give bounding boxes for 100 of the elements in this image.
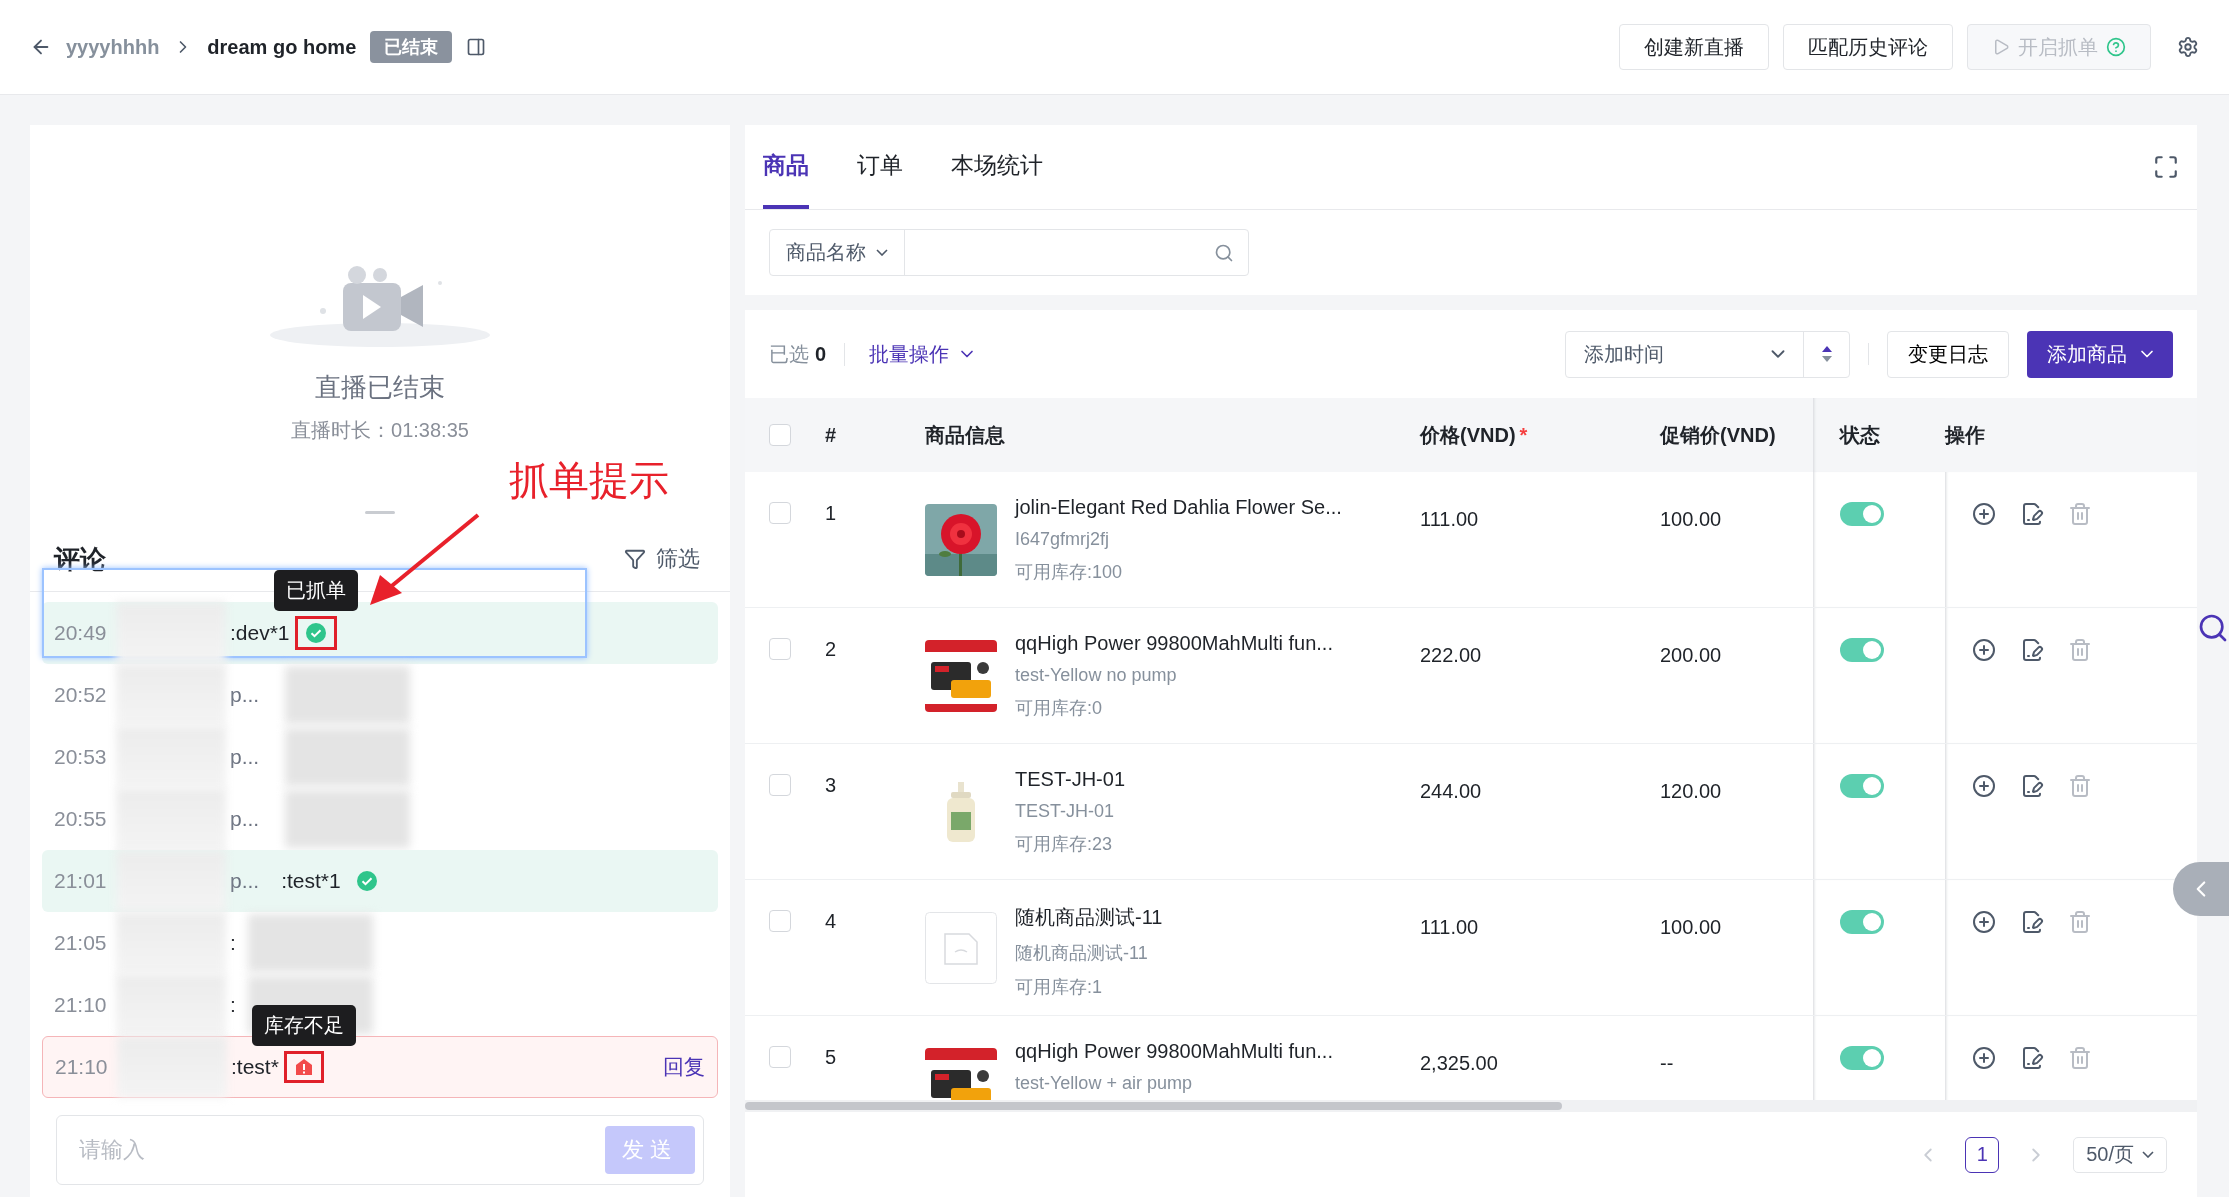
add-icon[interactable] — [1972, 502, 1996, 526]
edit-icon[interactable] — [2020, 1046, 2044, 1070]
checkbox[interactable] — [769, 638, 791, 660]
comment-text: :test* — [231, 1055, 279, 1079]
status-toggle[interactable] — [1840, 774, 1884, 798]
comment-time: 21:01 — [54, 869, 108, 893]
status-toggle[interactable] — [1840, 638, 1884, 662]
comment-text: :dev*1 — [230, 621, 290, 645]
drag-handle[interactable] — [365, 510, 395, 514]
check-circle-icon — [356, 871, 377, 891]
price-cell-text: 244.00 — [1420, 779, 1482, 803]
reply-link[interactable]: 回复 — [663, 1053, 705, 1081]
checkbox[interactable] — [769, 502, 791, 524]
play-icon — [1992, 38, 2010, 56]
price-cell-text: 2,325.00 — [1420, 1051, 1498, 1075]
row-number: 2 — [825, 637, 837, 661]
product-sku: test-Yellow no pump — [1015, 665, 1178, 686]
add-icon[interactable] — [1972, 910, 1996, 934]
batch-dropdown[interactable]: 批量操作 — [863, 339, 984, 369]
comment-text: :test*1 — [281, 869, 341, 893]
search-icon[interactable] — [2197, 612, 2229, 644]
status-toggle[interactable] — [1840, 910, 1884, 934]
status-toggle[interactable] — [1840, 502, 1884, 526]
tab[interactable]: 商品 — [763, 125, 809, 209]
selected-label: 已选 — [769, 341, 809, 367]
checkbox[interactable] — [769, 1046, 791, 1068]
edit-icon[interactable] — [2020, 638, 2044, 662]
chevron-down-icon — [2142, 1151, 2154, 1158]
fullscreen-icon[interactable] — [2153, 154, 2179, 180]
comment-text: : — [230, 931, 236, 955]
delete-icon[interactable] — [2068, 910, 2092, 934]
promo-price-cell-text: 120.00 — [1660, 779, 1722, 803]
checkbox[interactable] — [769, 910, 791, 932]
filter-icon — [624, 548, 646, 570]
comment-time: 20:49 — [54, 621, 108, 645]
delete-icon[interactable] — [2068, 638, 2092, 662]
action-button[interactable]: 匹配历史评论 — [1783, 24, 1953, 70]
comment-user: p... — [230, 745, 260, 769]
product-stock: 可用库存:1 — [1015, 976, 1103, 999]
required-mark: * — [1519, 423, 1528, 447]
edit-icon[interactable] — [2020, 502, 2044, 526]
tab[interactable]: 订单 — [857, 125, 903, 209]
checkbox[interactable] — [769, 424, 791, 446]
comment-time: 21:05 — [54, 931, 108, 955]
collapse-button[interactable] — [2173, 862, 2229, 916]
live-title: dream go home — [207, 35, 357, 59]
live-status: 直播已结束 — [315, 371, 445, 404]
page-button[interactable]: 1 — [1965, 1136, 2000, 1173]
column-header: 促销价(VND) — [1660, 422, 1777, 448]
product-stock: 可用库存:0 — [1015, 697, 1103, 720]
comment-time: 21:10 — [54, 993, 108, 1017]
tooltip: 库存不足 — [251, 1005, 356, 1046]
column-header: 操作 — [1945, 422, 1986, 448]
product-name[interactable]: qqHigh Power 99800MahMulti fun... — [1015, 1040, 1333, 1063]
product-name[interactable]: 随机商品测试-11 — [1015, 904, 1163, 931]
status-badge: 已结束 — [370, 31, 453, 63]
tooltip: 已抓单 — [273, 570, 358, 611]
check-circle-icon — [305, 623, 326, 643]
tab[interactable]: 本场统计 — [951, 125, 1043, 209]
product-sku: test-Yellow + air pump — [1015, 1073, 1193, 1094]
add-icon[interactable] — [1972, 774, 1996, 798]
no-image-icon — [925, 912, 997, 984]
filter-button[interactable]: 筛选 — [618, 543, 706, 575]
column-header: 商品信息 — [925, 422, 1006, 448]
delete-icon[interactable] — [2068, 1046, 2092, 1070]
settings-icon[interactable] — [2177, 36, 2199, 58]
page-size-select[interactable]: 50/页 — [2073, 1136, 2167, 1173]
product-name[interactable]: jolin-Elegant Red Dahlia Flower Se... — [1015, 496, 1342, 519]
action-button[interactable]: 创建新直播 — [1619, 24, 1769, 70]
comment-time: 20:52 — [54, 683, 108, 707]
price-cell-text: 222.00 — [1420, 643, 1482, 667]
delete-icon[interactable] — [2068, 502, 2092, 526]
comment-user: p... — [230, 869, 260, 893]
product-sku: I647gfmrj2fj — [1015, 529, 1111, 550]
promo-price-cell-text: 200.00 — [1660, 643, 1722, 667]
promo-price-cell-text: 100.00 — [1660, 915, 1722, 939]
alert-icon — [294, 1058, 313, 1076]
promo-price-cell-text: -- — [1660, 1051, 1674, 1075]
add-icon[interactable] — [1972, 638, 1996, 662]
product-name[interactable]: TEST-JH-01 — [1015, 768, 1126, 791]
comment-text: : — [230, 993, 236, 1017]
product-stock: 可用库存:23 — [1015, 833, 1114, 856]
add-icon[interactable] — [1972, 1046, 1996, 1070]
comment-user: p... — [230, 683, 260, 707]
annotation-label: 抓单提示 — [509, 457, 669, 504]
product-name[interactable]: qqHigh Power 99800MahMulti fun... — [1015, 632, 1333, 655]
edit-icon[interactable] — [2020, 774, 2044, 798]
checkbox[interactable] — [769, 774, 791, 796]
column-header: # — [825, 422, 838, 448]
price-cell-text: 111.00 — [1420, 507, 1479, 531]
delete-icon[interactable] — [2068, 774, 2092, 798]
panel-icon[interactable] — [466, 37, 487, 57]
change-log-button[interactable]: 变更日志 — [1887, 330, 2009, 378]
status-toggle[interactable] — [1840, 1046, 1884, 1070]
edit-icon[interactable] — [2020, 910, 2044, 934]
column-header: 价格(VND) * — [1420, 422, 1529, 449]
live-duration: 直播时长：01:38:35 — [291, 418, 469, 443]
add-product-button[interactable]: 添加商品 — [2027, 330, 2173, 378]
horizontal-scrollbar[interactable] — [745, 1100, 2197, 1112]
comment-time: 20:53 — [54, 745, 108, 769]
